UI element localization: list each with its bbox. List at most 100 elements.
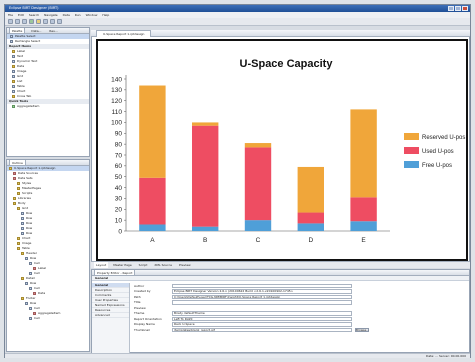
node-icon <box>21 212 24 215</box>
window-title: Eclipse BIRT Designer (BIRT) <box>9 6 59 10</box>
text-icon <box>12 55 15 58</box>
tab-preview[interactable]: Preview <box>177 262 193 268</box>
property-label: Title <box>134 300 141 305</box>
node-icon <box>29 272 32 275</box>
property-value-field[interactable]: Left To Right <box>172 316 352 321</box>
undo-icon[interactable] <box>43 19 48 24</box>
property-label: Preview <box>134 305 146 310</box>
tab-palette[interactable]: Palette <box>9 28 26 33</box>
tab-script[interactable]: Script <box>137 262 150 268</box>
image-icon <box>12 70 15 73</box>
legend-swatch <box>404 161 419 168</box>
bar-used-u-pos-E[interactable] <box>350 197 377 222</box>
node-icon <box>17 237 20 240</box>
preview-icon[interactable] <box>36 19 41 24</box>
status-bar: Date: ... Server: 00.00.000 <box>5 353 470 358</box>
new-icon[interactable] <box>8 19 13 24</box>
data-icon <box>12 65 15 68</box>
legend-label: Used U-pos <box>422 149 454 155</box>
run-icon[interactable] <box>29 19 34 24</box>
bar-free-u-pos-D[interactable] <box>297 223 324 231</box>
property-value-field[interactable]: Eclipse BIRT Designer Version 2.6.x (201… <box>172 289 352 294</box>
palette-item-aggregate[interactable]: AggregateItem <box>7 104 89 109</box>
property-nav-item[interactable]: Advanced <box>92 313 129 318</box>
report-items-list: Label Text Dynamic Text Data Image Grid List Ta… <box>7 49 89 99</box>
node-icon <box>25 282 28 285</box>
node-icon <box>17 242 20 245</box>
dynamic-text-icon <box>12 60 15 63</box>
redo-icon[interactable] <box>50 19 55 24</box>
x-tick-label: D <box>308 237 313 244</box>
outline-node[interactable]: Cell <box>7 316 89 321</box>
property-value-field[interactable]: /templates/blank_report.gif <box>172 327 352 332</box>
node-icon <box>13 197 16 200</box>
node-icon <box>25 302 28 305</box>
property-grid: Author Created by Eclipse BIRT Designer Ve… <box>132 283 468 353</box>
browse-button[interactable]: Browse... <box>355 327 369 332</box>
bar-free-u-pos-C[interactable] <box>244 220 272 231</box>
bar-used-u-pos-D[interactable] <box>297 212 324 224</box>
node-icon <box>21 232 24 235</box>
minimize-icon[interactable] <box>448 6 454 11</box>
tab-outline[interactable]: Outline <box>9 160 26 165</box>
property-value-field[interactable]: Birety defaultTheme <box>172 311 352 316</box>
y-tick-label: 30 <box>115 196 123 203</box>
node-icon <box>29 287 32 290</box>
bar-reserved-u-pos-A[interactable] <box>139 85 166 178</box>
property-value-field[interactable] <box>172 283 352 288</box>
tab-resource-explorer[interactable]: Res... <box>47 28 59 33</box>
property-value-field[interactable]: Rack U-Space <box>172 322 352 327</box>
tab-data-explorer[interactable]: Data... <box>29 28 43 33</box>
property-value-field[interactable]: C:\Users\Default\user\TCG-NM\BIRT\Insigh… <box>172 294 352 299</box>
y-tick-label: 50 <box>115 174 123 181</box>
property-row: Thumbnail/templates/blank_report.gif Brow… <box>132 327 468 333</box>
node-icon <box>33 312 36 315</box>
aggregate-icon <box>12 105 15 108</box>
property-value-field[interactable] <box>172 300 352 305</box>
bar-reserved-u-pos-C[interactable] <box>244 143 272 148</box>
bar-reserved-u-pos-B[interactable] <box>192 122 219 126</box>
label-icon <box>12 50 15 53</box>
search-icon[interactable] <box>57 19 62 24</box>
tab-xml-source[interactable]: XML Source <box>152 262 174 268</box>
y-tick-label: 140 <box>111 76 122 83</box>
tab-layout[interactable]: Layout <box>94 262 109 268</box>
node-icon <box>9 167 12 170</box>
status-text: Date: ... Server: 00.00.000 <box>426 354 466 358</box>
node-icon <box>33 292 36 295</box>
bar-reserved-u-pos-E[interactable] <box>350 109 377 198</box>
node-icon <box>13 177 16 180</box>
property-nav: General Description Comments User Propertie… <box>92 283 130 353</box>
node-icon <box>21 277 24 280</box>
maximize-icon[interactable] <box>455 6 461 11</box>
bar-free-u-pos-B[interactable] <box>192 226 219 231</box>
node-icon <box>29 262 32 265</box>
tab-property-editor[interactable]: Property Editor - Report <box>94 270 136 275</box>
close-icon[interactable] <box>462 6 468 11</box>
node-icon <box>21 297 24 300</box>
y-tick-label: 130 <box>111 87 122 94</box>
bar-reserved-u-pos-D[interactable] <box>297 166 324 213</box>
bar-free-u-pos-A[interactable] <box>139 224 166 231</box>
chart-frame[interactable]: U-Space Capacity 0 10 20 30 40 50 60 70 80 90 100 11… <box>96 39 468 261</box>
save-icon[interactable] <box>15 19 20 24</box>
y-tick-label: 80 <box>115 141 123 148</box>
node-icon <box>17 182 20 185</box>
print-icon[interactable] <box>22 19 27 24</box>
bar-used-u-pos-B[interactable] <box>192 125 219 227</box>
node-icon <box>29 307 32 310</box>
outline-tree: U-Space Report 1.rptdesign Data Sources Da… <box>7 166 89 321</box>
node-icon <box>33 267 36 270</box>
y-tick-label: 40 <box>115 185 123 192</box>
window-controls <box>448 6 468 11</box>
node-icon <box>21 252 24 255</box>
bar-used-u-pos-A[interactable] <box>139 177 166 225</box>
legend-label: Reserved U-pos <box>422 135 465 141</box>
bar-free-u-pos-E[interactable] <box>350 221 377 231</box>
node-icon <box>17 187 20 190</box>
property-section-title: General <box>92 276 469 281</box>
node-icon <box>21 227 24 230</box>
bar-used-u-pos-C[interactable] <box>244 147 272 221</box>
tab-master-page[interactable]: Master Page <box>111 262 133 268</box>
toolbar <box>5 18 470 26</box>
